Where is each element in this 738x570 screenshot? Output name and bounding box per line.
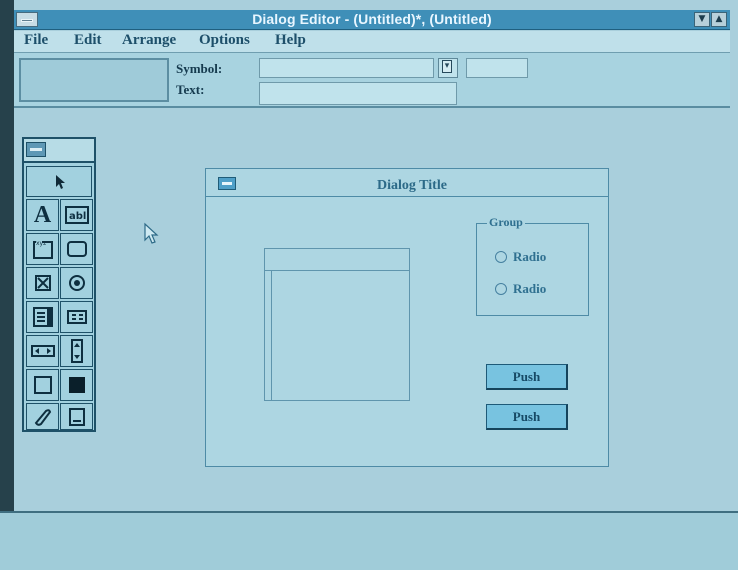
group-box-control[interactable]: Group Radio Radio (476, 215, 589, 316)
pointer-icon (56, 174, 65, 189)
icon-control-tool[interactable] (60, 403, 93, 430)
frame-icon (33, 376, 52, 394)
list-box-tool[interactable] (26, 301, 59, 333)
push-button-2[interactable]: Push (486, 404, 568, 430)
mouse-cursor-icon (144, 222, 159, 244)
screen-edge (0, 0, 14, 570)
custom-control-tool[interactable] (26, 403, 59, 430)
push-button-icon (66, 241, 87, 257)
frame-tool[interactable] (26, 369, 59, 401)
dialog-preview[interactable]: Dialog Title Group Radio Radio Push Push (205, 168, 609, 467)
radio-circle-icon (495, 283, 507, 295)
list-box-header (265, 249, 409, 271)
combo-box-icon (66, 310, 87, 324)
horizontal-scroll-icon (30, 345, 55, 357)
title-bar: Dialog Editor - (Untitled)*, (Untitled) … (14, 10, 730, 30)
symbol-input[interactable] (259, 58, 434, 78)
status-bar (0, 511, 738, 570)
black-rect-icon (68, 377, 85, 393)
menu-edit[interactable]: Edit (74, 32, 102, 49)
svg-text:xyz: xyz (36, 240, 46, 247)
static-text-icon: A (33, 201, 52, 228)
menu-bar: File Edit Arrange Options Help (14, 31, 730, 53)
push-button-tool[interactable] (60, 233, 93, 265)
radio-button-tool[interactable] (60, 267, 93, 299)
group-box-icon: xyz (32, 240, 53, 259)
menu-file[interactable]: File (24, 32, 48, 49)
check-box-tool[interactable] (26, 267, 59, 299)
radio-circle-icon (495, 251, 507, 263)
text-label: Text: (176, 82, 205, 97)
toolbar: Symbol: Text: ▾ (14, 53, 730, 108)
edit-text-icon: abl (64, 206, 89, 224)
toolbox-caption (24, 139, 94, 163)
svg-text:abl: abl (69, 211, 86, 222)
horizontal-scroll-tool[interactable] (26, 335, 59, 367)
menu-help[interactable]: Help (275, 32, 306, 49)
icon-control-icon (68, 407, 85, 426)
custom-control-icon (34, 408, 51, 426)
radio-button-icon (68, 275, 85, 291)
menu-options[interactable]: Options (199, 32, 250, 49)
symbol-dropdown[interactable]: ▾ (438, 58, 458, 78)
window-title: Dialog Editor - (Untitled)*, (Untitled) (252, 11, 492, 27)
menu-arrange[interactable]: Arrange (122, 32, 176, 49)
push-button-1[interactable]: Push (486, 364, 568, 390)
edit-text-tool[interactable]: abl (60, 199, 93, 231)
chevron-down-icon: ▾ (442, 60, 452, 73)
check-box-icon (34, 275, 51, 291)
list-box-divider (271, 271, 272, 400)
list-box-icon (32, 307, 53, 327)
text-input[interactable] (259, 82, 457, 105)
combo-box-tool[interactable] (60, 301, 93, 333)
vertical-scroll-tool[interactable] (60, 335, 93, 367)
group-label: Group (487, 215, 525, 230)
radio-label: Radio (513, 281, 547, 296)
radio-label: Radio (513, 249, 547, 264)
dialog-title: Dialog Title (377, 178, 447, 193)
static-text-tool[interactable]: A (26, 199, 59, 231)
id-value-input[interactable] (466, 58, 528, 78)
minimize-icon[interactable]: ▼ (694, 12, 710, 27)
radio-option-2[interactable]: Radio (495, 280, 546, 298)
preview-panel (19, 58, 169, 102)
toolbox: A abl xyz (22, 137, 96, 432)
maximize-icon[interactable]: ▲ (711, 12, 727, 27)
group-box-tool[interactable]: xyz (26, 233, 59, 265)
vertical-scroll-icon (70, 339, 83, 363)
toolbox-menu-icon[interactable] (26, 142, 46, 157)
pointer-tool[interactable] (26, 166, 92, 197)
symbol-label: Symbol: (176, 61, 223, 76)
black-rect-tool[interactable] (60, 369, 93, 401)
radio-option-1[interactable]: Radio (495, 248, 546, 266)
list-box-control[interactable] (264, 248, 410, 401)
